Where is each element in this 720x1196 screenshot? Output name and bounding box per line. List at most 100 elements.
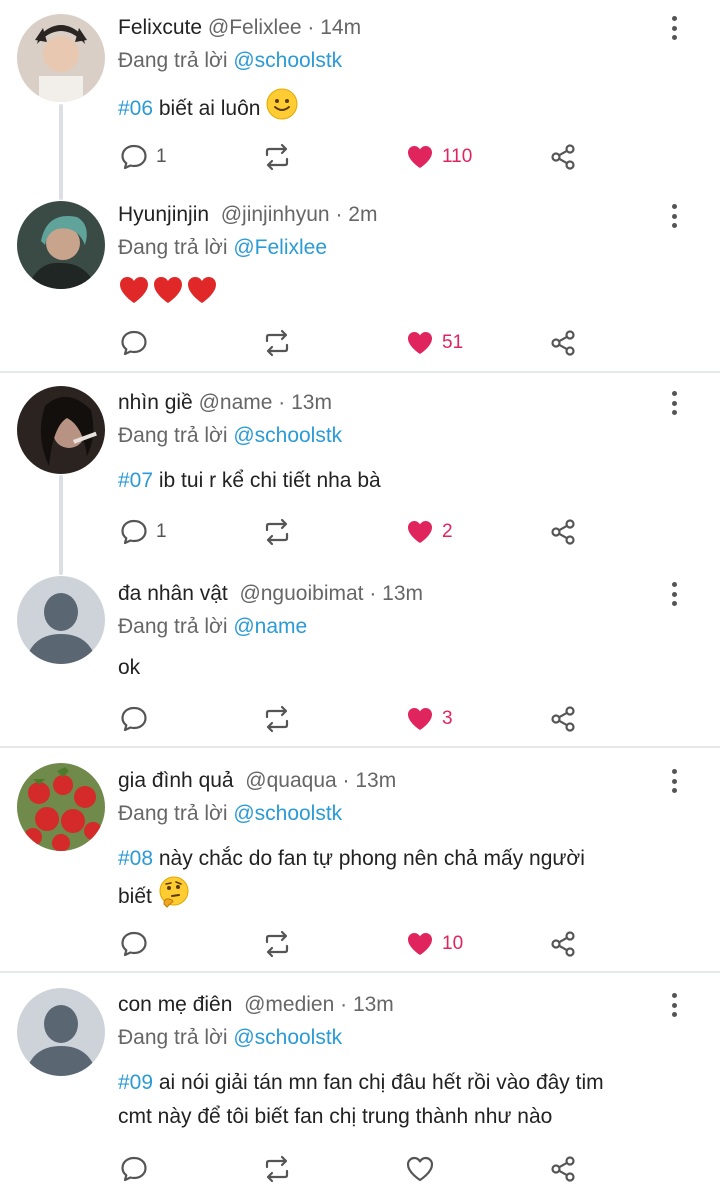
post-divider — [0, 371, 720, 373]
post-divider — [0, 971, 720, 973]
hashtag-link[interactable]: #07 — [118, 469, 153, 492]
three-red-hearts-icon — [118, 274, 220, 317]
display-name[interactable]: Felixcute — [118, 16, 202, 39]
more-vertical-icon[interactable] — [663, 14, 685, 42]
avatar[interactable] — [17, 14, 105, 102]
comment-count: 1 — [156, 146, 167, 167]
post-header: gia đình quả @quaqua · 13m — [118, 767, 396, 795]
avatar[interactable] — [17, 576, 105, 664]
user-handle[interactable]: @quaqua — [245, 769, 336, 792]
comment-button[interactable] — [120, 701, 148, 737]
like-count: 2 — [442, 521, 453, 542]
share-icon — [551, 706, 575, 732]
mention-link[interactable]: @schoolstk — [233, 424, 342, 447]
more-vertical-icon[interactable] — [663, 389, 685, 417]
like-button[interactable]: 2 — [406, 514, 453, 550]
comment-button[interactable] — [120, 1151, 148, 1187]
thinking-face-icon — [158, 876, 190, 919]
avatar[interactable] — [17, 386, 105, 474]
timestamp: · 13m — [278, 391, 332, 414]
mention-link[interactable]: @schoolstk — [233, 802, 342, 825]
timestamp: · 13m — [369, 582, 424, 605]
like-count: 110 — [442, 146, 473, 167]
comment-bubble-icon — [121, 144, 147, 170]
comment-bubble-icon — [121, 1156, 147, 1182]
avatar[interactable] — [17, 763, 105, 851]
post-actions — [0, 1151, 720, 1187]
heart-outline-icon — [406, 1156, 434, 1182]
mention-link[interactable]: @name — [233, 615, 307, 638]
share-button[interactable] — [549, 325, 577, 361]
repost-arrows-icon — [265, 329, 289, 357]
more-vertical-icon[interactable] — [663, 202, 685, 230]
mention-link[interactable]: @schoolstk — [233, 49, 342, 72]
repost-arrows-icon — [265, 518, 289, 546]
mention-link[interactable]: @schoolstk — [233, 1026, 342, 1049]
post-header: con mẹ điên @medien · 13m — [118, 991, 394, 1019]
avatar[interactable] — [17, 988, 105, 1076]
user-handle[interactable]: @Felixlee — [208, 16, 302, 39]
post-header: nhìn giề @name · 13m — [118, 389, 332, 417]
like-button[interactable]: 110 — [406, 139, 472, 175]
display-name[interactable]: nhìn giề — [118, 391, 193, 414]
comment-bubble-icon — [121, 931, 147, 957]
user-handle[interactable]: @medien — [244, 993, 334, 1016]
comment-button[interactable]: 1 — [120, 514, 167, 550]
repost-button[interactable] — [262, 514, 292, 550]
avatar[interactable] — [17, 201, 105, 289]
more-vertical-icon[interactable] — [663, 580, 685, 608]
comment-button[interactable]: 1 — [120, 139, 167, 175]
repost-arrows-icon — [265, 930, 289, 958]
post-header: Felixcute @Felixlee · 14m — [118, 14, 361, 42]
repost-button[interactable] — [262, 325, 292, 361]
reply-context: Đang trả lời @name — [118, 615, 308, 638]
display-name[interactable]: Hyunjinjin — [118, 203, 209, 226]
share-button[interactable] — [549, 514, 577, 550]
comment-bubble-icon — [121, 706, 147, 732]
share-button[interactable] — [549, 701, 577, 737]
repost-button[interactable] — [262, 701, 292, 737]
timestamp: · 13m — [340, 993, 394, 1016]
heart-icon — [408, 146, 432, 168]
like-button[interactable]: 51 — [406, 325, 463, 361]
hashtag-link[interactable]: #08 — [118, 847, 153, 870]
post-header: đa nhân vật @nguoibimat · 13m — [118, 580, 423, 608]
share-icon — [551, 144, 575, 170]
user-handle[interactable]: @nguoibimat — [239, 582, 363, 605]
reply-feed: Felixcute @Felixlee · 14m Đang trả lời @… — [0, 0, 720, 1196]
comment-button[interactable] — [120, 926, 148, 962]
like-button[interactable]: 3 — [406, 701, 453, 737]
share-icon — [551, 1156, 575, 1182]
more-vertical-icon[interactable] — [663, 767, 685, 795]
reply-context: Đang trả lời @schoolstk — [118, 424, 343, 447]
user-handle[interactable]: @jinjinhyun — [221, 203, 330, 226]
like-button[interactable] — [406, 1151, 434, 1187]
user-handle[interactable]: @name — [199, 391, 273, 414]
post-text: #09 ai nói giải tán mn fan chị đâu hết r… — [118, 1071, 604, 1128]
post-text: #07 ib tui r kể chi tiết nha bà — [118, 469, 381, 492]
more-vertical-icon[interactable] — [663, 991, 685, 1019]
repost-button[interactable] — [262, 1151, 292, 1187]
display-name[interactable]: gia đình quả — [118, 769, 234, 792]
share-button[interactable] — [549, 1151, 577, 1187]
repost-button[interactable] — [262, 139, 292, 175]
like-count: 3 — [442, 708, 453, 729]
hashtag-link[interactable]: #09 — [118, 1071, 153, 1094]
post-header: Hyunjinjin @jinjinhyun · 2m — [118, 201, 377, 229]
comment-button[interactable] — [120, 325, 148, 361]
repost-arrows-icon — [265, 1155, 289, 1183]
share-button[interactable] — [549, 926, 577, 962]
hashtag-link[interactable]: #06 — [118, 97, 153, 120]
share-icon — [551, 519, 575, 545]
like-button[interactable]: 10 — [406, 926, 463, 962]
share-button[interactable] — [549, 139, 577, 175]
mention-link[interactable]: @Felixlee — [233, 236, 327, 259]
display-name[interactable]: con mẹ điên — [118, 993, 232, 1016]
repost-button[interactable] — [262, 926, 292, 962]
post-actions: 10 — [0, 926, 720, 962]
slightly-smiling-face-icon — [266, 88, 298, 131]
post-actions: 1 110 — [0, 139, 720, 175]
display-name[interactable]: đa nhân vật — [118, 582, 228, 605]
repost-arrows-icon — [265, 705, 289, 733]
timestamp: · 14m — [307, 16, 362, 39]
